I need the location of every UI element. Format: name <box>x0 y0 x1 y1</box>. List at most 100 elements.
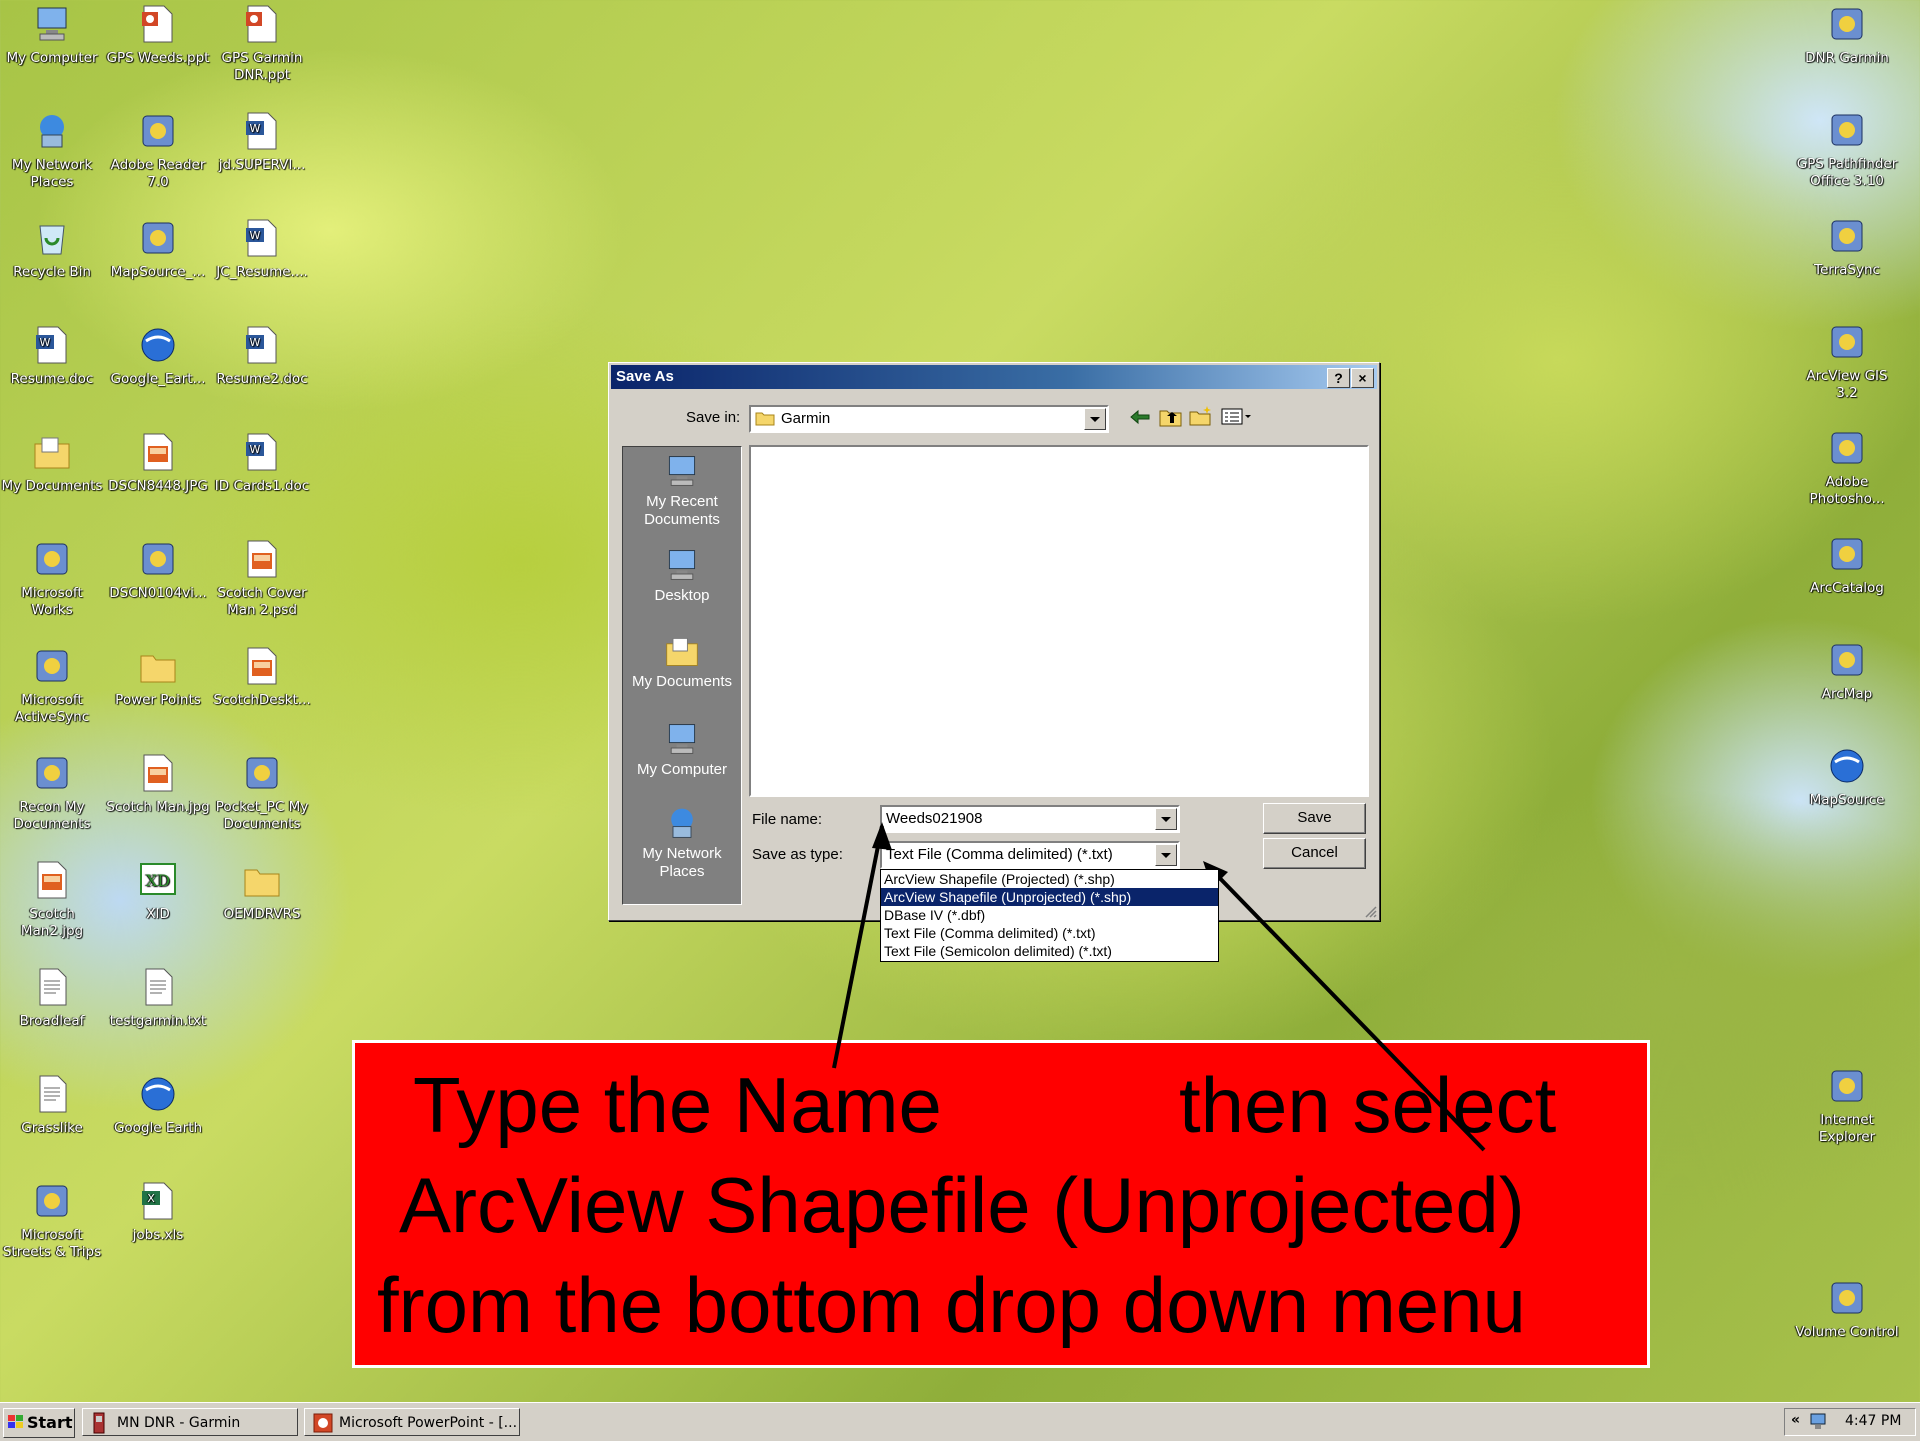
desktop-icon[interactable]: Power Points <box>106 646 210 709</box>
places-item[interactable]: My Recent Documents <box>623 453 741 529</box>
desktop-icon[interactable]: My Network Places <box>0 111 104 191</box>
help-button[interactable]: ? <box>1327 368 1350 388</box>
start-button[interactable]: Start <box>3 1408 75 1438</box>
desktop-icon[interactable]: MapSource_... <box>106 218 210 281</box>
desktop-icon[interactable]: ArcCatalog <box>1795 534 1899 597</box>
desktop-icon[interactable]: DSCN0104vi... <box>106 539 210 602</box>
network-tray-icon[interactable] <box>1809 1412 1831 1432</box>
desktop-icon[interactable]: GPS Garmin DNR.ppt <box>210 4 314 84</box>
type-option[interactable]: ArcView Shapefile (Projected) (*.shp) <box>881 870 1218 888</box>
desktop-icon[interactable]: XD XID <box>106 860 210 923</box>
dialog-titlebar[interactable]: Save As ? × <box>611 365 1377 389</box>
tray-expand-button[interactable]: « <box>1791 1412 1800 1428</box>
task-powerpoint[interactable]: Microsoft PowerPoint - [... <box>304 1408 520 1436</box>
desktop-icon[interactable]: DNR Garmin <box>1795 4 1899 67</box>
type-option[interactable]: Text File (Comma delimited) (*.txt) <box>881 924 1218 942</box>
chevron-down-icon[interactable] <box>1155 808 1177 830</box>
places-item[interactable]: My Network Places <box>623 805 741 881</box>
file-name-input[interactable]: Weeds021908 <box>880 805 1180 833</box>
type-option[interactable]: ArcView Shapefile (Unprojected) (*.shp) <box>881 888 1218 906</box>
desktop-icon[interactable]: GPS Weeds.ppt <box>106 4 210 67</box>
desktop-icon[interactable]: Grasslike <box>0 1074 104 1137</box>
desktop-icon[interactable]: GPS Pathfinder Office 3.10 <box>1795 110 1899 190</box>
desktop-icon[interactable]: TerraSync <box>1795 216 1899 279</box>
desktop-icon-label: GPS Garmin DNR.ppt <box>221 50 303 83</box>
back-icon[interactable] <box>1129 408 1151 426</box>
desktop-icon[interactable]: testgarmin.txt <box>106 967 210 1030</box>
close-button[interactable]: × <box>1351 368 1374 388</box>
desktop-icon[interactable]: Google_Eart... <box>106 325 210 388</box>
excel-file-icon: X <box>138 1181 178 1221</box>
file-list[interactable] <box>749 445 1369 797</box>
desktop-icon[interactable]: W ID Cards1.doc <box>210 432 314 495</box>
places-item-label: My Documents <box>631 673 733 690</box>
type-option[interactable]: DBase IV (*.dbf) <box>881 906 1218 924</box>
save-button[interactable]: Save <box>1263 803 1366 834</box>
chevron-down-icon[interactable] <box>1084 408 1106 430</box>
cancel-button[interactable]: Cancel <box>1263 838 1366 869</box>
desktop-icon[interactable]: Wjd.SUPERVI... <box>210 111 314 174</box>
chevron-down-icon[interactable] <box>1155 844 1177 866</box>
instruction-line3: from the bottom drop down menu <box>377 1261 1526 1349</box>
desktop-icon[interactable]: My Documents <box>0 432 104 495</box>
places-item[interactable]: Desktop <box>623 547 741 605</box>
desktop-icon-label: Broadleaf <box>19 1013 85 1029</box>
svg-text:W: W <box>250 443 261 456</box>
desktop-icon[interactable]: Scotch Man2.jpg <box>0 860 104 940</box>
desktop-icon[interactable]: ArcView GIS 3.2 <box>1795 322 1899 402</box>
places-item[interactable]: My Documents <box>623 633 741 691</box>
desktop-icon[interactable]: Adobe Photosho... <box>1795 428 1899 508</box>
desktop-icon[interactable]: W Resume2.doc <box>210 325 314 388</box>
type-option[interactable]: Text File (Semicolon delimited) (*.txt) <box>881 942 1218 960</box>
desktop-icon[interactable]: My Computer <box>0 4 104 67</box>
folder-icon <box>242 860 282 900</box>
places-item[interactable]: My Computer <box>623 721 741 779</box>
desktop-icon[interactable]: ScotchDeskt... <box>210 646 314 709</box>
desktop-icon-label: Scotch Cover Man 2.psd <box>217 585 307 618</box>
desktop-icon[interactable]: Recon My Documents <box>0 753 104 833</box>
powerpoint-file-icon <box>138 4 178 44</box>
desktop-icon[interactable]: Internet Explorer <box>1795 1066 1899 1146</box>
svg-text:W: W <box>250 336 261 349</box>
save-in-dropdown[interactable]: Garmin <box>749 405 1109 433</box>
instruction-banner: Type the Name then select ArcView Shapef… <box>352 1040 1650 1368</box>
desktop-icon[interactable]: MapSource <box>1795 746 1899 809</box>
desktop-icon-label: Grasslike <box>21 1120 83 1136</box>
file-name-label: File name: <box>752 811 823 828</box>
desktop-icon[interactable]: Recycle Bin <box>0 218 104 281</box>
desktop-icon[interactable]: Microsoft Works <box>0 539 104 619</box>
desktop-icon[interactable]: W JC_Resume.... <box>210 218 314 281</box>
save-in-value: Garmin <box>781 410 831 427</box>
desktop-icon[interactable]: Microsoft Streets & Trips <box>0 1181 104 1261</box>
desktop-icon-label: Recon My Documents <box>13 799 91 832</box>
up-folder-icon[interactable] <box>1159 407 1183 427</box>
adobe-reader-icon <box>138 111 178 151</box>
desktop-icon[interactable]: Broadleaf <box>0 967 104 1030</box>
desktop-icon[interactable]: Volume Control <box>1795 1278 1899 1341</box>
desktop-icon[interactable]: W Resume.doc <box>0 325 104 388</box>
instruction-line1a: Type the Name <box>413 1061 942 1149</box>
system-tray: « 4:47 PM <box>1784 1408 1916 1436</box>
desktop-icon[interactable]: Adobe Reader 7.0 <box>106 111 210 191</box>
places-item-label: Desktop <box>654 587 710 604</box>
desktop-icon[interactable]: Scotch Cover Man 2.psd <box>210 539 314 619</box>
word-document-icon: W <box>242 432 282 472</box>
photoshop-icon <box>1827 428 1867 468</box>
save-as-type-dropdown[interactable]: Text File (Comma delimited) (*.txt) <box>880 841 1180 869</box>
volume-icon <box>1827 1278 1867 1318</box>
desktop-icon[interactable]: DSCN8448.JPG <box>106 432 210 495</box>
desktop-icon[interactable]: Xjobs.xls <box>106 1181 210 1244</box>
new-folder-icon[interactable] <box>1189 406 1213 426</box>
places-bar: My Recent Documents Desktop My Documents My… <box>622 446 742 905</box>
desktop-icon[interactable]: Pocket_PC My Documents <box>210 753 314 833</box>
desktop-icon[interactable]: ArcMap <box>1795 640 1899 703</box>
desktop-icon-label: Adobe Photosho... <box>1809 474 1885 507</box>
task-garmin[interactable]: MN DNR - Garmin <box>82 1408 298 1436</box>
desktop-icon[interactable]: Google Earth <box>106 1074 210 1137</box>
desktop-icon[interactable]: Scotch Man.jpg <box>106 753 210 816</box>
view-menu-icon[interactable] <box>1221 408 1253 426</box>
desktop-icon[interactable]: Microsoft ActiveSync <box>0 646 104 726</box>
desktop-icon[interactable]: OEMDRVRS <box>210 860 314 923</box>
resize-grip-icon[interactable] <box>1363 904 1377 918</box>
desktop-icon-label: Scotch Man2.jpg <box>20 906 84 939</box>
